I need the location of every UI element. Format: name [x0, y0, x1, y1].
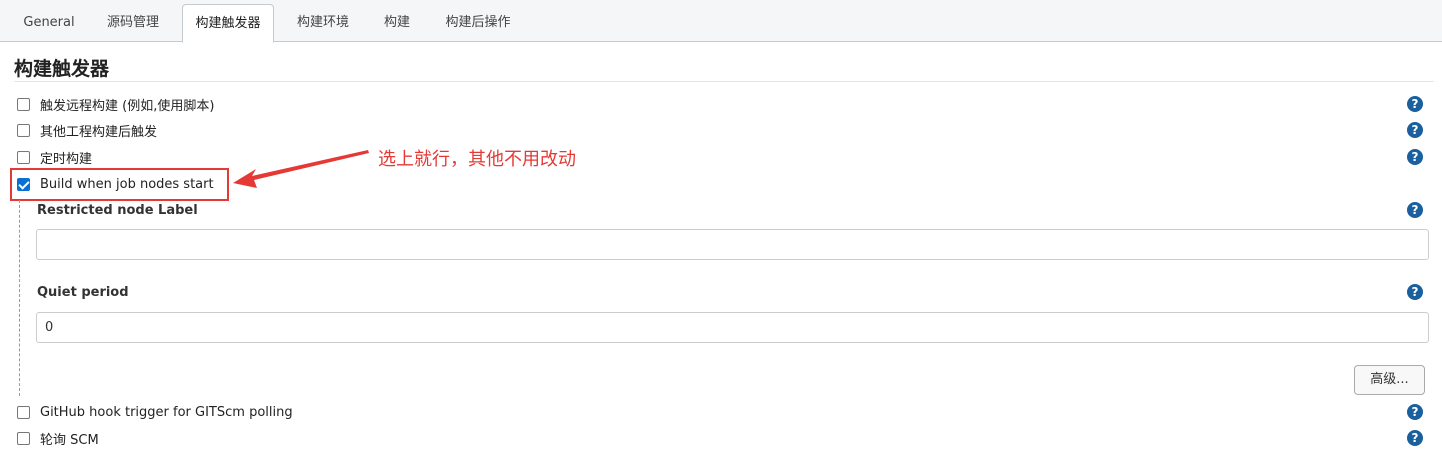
quiet-period-input[interactable]: 0: [36, 312, 1429, 343]
trigger-github-hook[interactable]: GitHub hook trigger for GITScm polling: [17, 402, 293, 422]
trigger-github-hook-checkbox[interactable]: [17, 405, 30, 419]
restricted-node-input[interactable]: [36, 229, 1429, 260]
trigger-poll-scm-checkbox[interactable]: [17, 431, 30, 445]
restricted-node-label: Restricted node Label: [37, 203, 198, 218]
help-icon[interactable]: ?: [1407, 284, 1423, 300]
help-icon[interactable]: ?: [1407, 404, 1423, 420]
help-icon[interactable]: ?: [1407, 430, 1423, 446]
annotation-text: 选上就行，其他不用改动: [378, 149, 576, 170]
advanced-button[interactable]: 高级...: [1354, 365, 1425, 395]
trigger-github-hook-label: GitHub hook trigger for GITScm polling: [40, 404, 293, 420]
trigger-poll-scm-label: 轮询 SCM: [40, 432, 99, 448]
quiet-period-label: Quiet period: [37, 285, 129, 300]
nested-config-guide: [19, 200, 20, 396]
trigger-poll-scm[interactable]: 轮询 SCM: [17, 428, 99, 448]
help-icon[interactable]: ?: [1407, 202, 1423, 218]
